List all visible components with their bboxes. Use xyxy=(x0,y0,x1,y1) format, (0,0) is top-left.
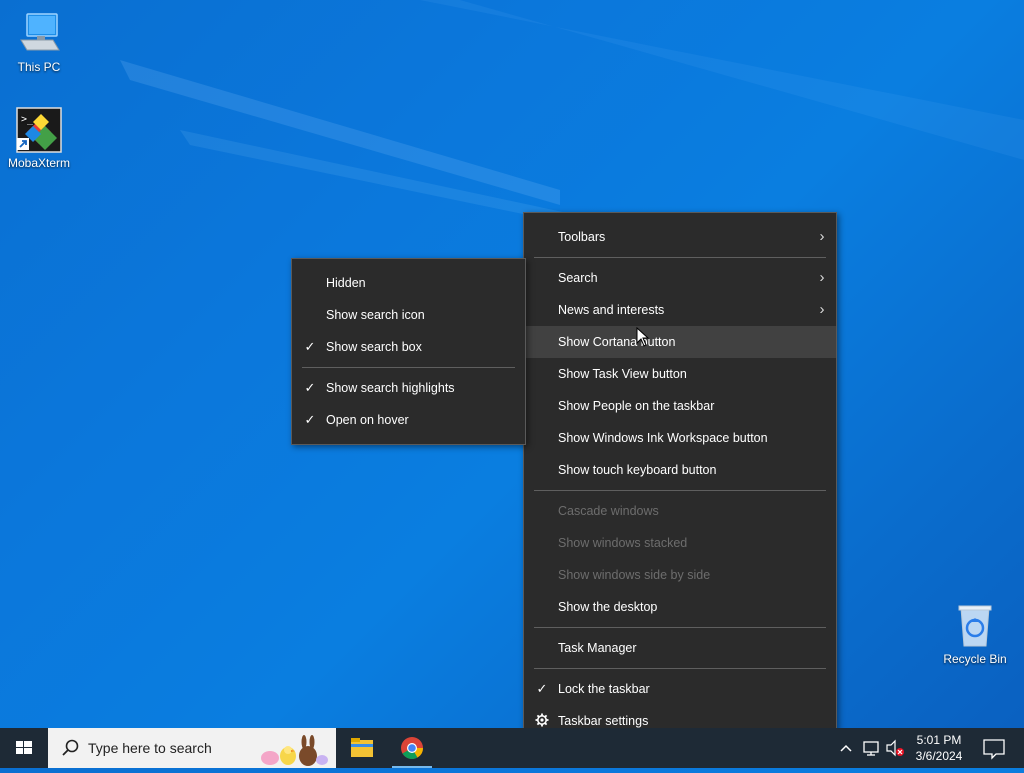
menu-item-show-ink-workspace[interactable]: Show Windows Ink Workspace button xyxy=(524,422,836,454)
search-icon xyxy=(62,739,79,756)
submenu-item-hidden[interactable]: Hidden xyxy=(292,267,525,299)
menu-item-label: Hidden xyxy=(326,276,366,290)
menu-item-show-cortana-button[interactable]: Show Cortana button xyxy=(524,326,836,358)
menu-item-label: News and interests xyxy=(558,303,665,317)
menu-item-lock-taskbar[interactable]: ✓ Lock the taskbar xyxy=(524,673,836,705)
menu-item-show-task-view-button[interactable]: Show Task View button xyxy=(524,358,836,390)
menu-item-label: Task Manager xyxy=(558,641,637,655)
menu-item-label: Search xyxy=(558,271,598,285)
menu-item-windows-side-by-side: Show windows side by side xyxy=(524,559,836,591)
windows-logo-icon xyxy=(16,741,32,754)
menu-separator xyxy=(534,668,826,669)
mobaxterm-icon: >_ xyxy=(15,106,63,154)
checkmark-icon: ✓ xyxy=(304,412,316,427)
menu-item-label: Show the desktop xyxy=(558,600,658,614)
desktop-icon-mobaxterm[interactable]: >_ MobaXterm xyxy=(3,106,75,170)
menu-item-news-and-interests[interactable]: News and interests › xyxy=(524,294,836,326)
checkmark-icon: ✓ xyxy=(536,681,548,696)
network-icon[interactable] xyxy=(861,728,881,768)
desktop-icon-label: This PC xyxy=(17,60,61,74)
computer-icon xyxy=(15,10,63,58)
menu-item-label: Cascade windows xyxy=(558,504,659,518)
menu-item-label: Show windows side by side xyxy=(558,568,711,582)
menu-item-toolbars[interactable]: Toolbars › xyxy=(524,221,836,253)
action-center-icon[interactable] xyxy=(974,728,1014,768)
menu-item-windows-stacked: Show windows stacked xyxy=(524,527,836,559)
clock-time: 5:01 PM xyxy=(916,733,962,747)
menu-item-show-touch-keyboard[interactable]: Show touch keyboard button xyxy=(524,454,836,486)
desktop-icon-recycle-bin[interactable]: Recycle Bin xyxy=(939,602,1011,666)
menu-item-cascade-windows: Cascade windows xyxy=(524,495,836,527)
menu-item-label: Show search highlights xyxy=(326,381,455,395)
submenu-item-open-on-hover[interactable]: ✓ Open on hover xyxy=(292,404,525,436)
menu-item-label: Lock the taskbar xyxy=(558,682,650,696)
menu-item-label: Show windows stacked xyxy=(558,536,688,550)
submenu-item-show-search-icon[interactable]: Show search icon xyxy=(292,299,525,331)
checkmark-icon: ✓ xyxy=(304,380,316,395)
clock-date: 3/6/2024 xyxy=(915,749,963,763)
menu-item-label: Show Windows Ink Workspace button xyxy=(558,431,768,445)
search-submenu: Hidden Show search icon ✓ Show search bo… xyxy=(291,258,526,445)
menu-separator xyxy=(534,627,826,628)
menu-separator xyxy=(534,490,826,491)
menu-item-task-manager[interactable]: Task Manager xyxy=(524,632,836,664)
mouse-cursor-icon xyxy=(636,327,650,347)
menu-item-label: Show search box xyxy=(326,340,422,354)
chrome-icon xyxy=(401,737,423,759)
menu-item-label: Show touch keyboard button xyxy=(558,463,717,477)
menu-item-label: Taskbar settings xyxy=(558,714,649,728)
menu-item-label: Show Task View button xyxy=(558,367,687,381)
submenu-item-show-search-box[interactable]: ✓ Show search box xyxy=(292,331,525,363)
menu-item-label: Toolbars xyxy=(558,230,606,244)
menu-item-search[interactable]: Search › xyxy=(524,262,836,294)
menu-separator xyxy=(534,257,826,258)
chevron-up-icon[interactable] xyxy=(838,728,854,768)
menu-item-label: Open on hover xyxy=(326,413,409,427)
file-explorer-icon xyxy=(351,738,373,757)
svg-text:>_: >_ xyxy=(21,114,34,125)
desktop-icon-label: Recycle Bin xyxy=(943,652,1007,666)
taskbar-context-menu: Toolbars › Search › News and interests ›… xyxy=(523,212,837,746)
menu-item-label: Show search icon xyxy=(326,308,425,322)
taskbar-search-box[interactable]: Type here to search xyxy=(48,728,336,768)
volume-muted-icon[interactable] xyxy=(884,728,906,768)
menu-item-show-people[interactable]: Show People on the taskbar xyxy=(524,390,836,422)
menu-item-label: Show Cortana button xyxy=(558,335,676,349)
checkmark-icon: ✓ xyxy=(304,339,316,354)
menu-item-label: Show People on the taskbar xyxy=(558,399,715,413)
search-placeholder: Type here to search xyxy=(88,740,212,756)
desktop-icon-label: MobaXterm xyxy=(7,156,71,170)
chevron-right-icon: › xyxy=(819,269,825,286)
taskbar-clock[interactable]: 5:01 PM 3/6/2024 xyxy=(908,732,970,764)
chevron-right-icon: › xyxy=(819,301,825,318)
recycle-bin-icon xyxy=(951,602,999,650)
chevron-right-icon: › xyxy=(819,228,825,245)
taskbar-file-explorer-button[interactable] xyxy=(338,728,386,768)
start-button[interactable] xyxy=(0,728,48,768)
search-highlight-easter-eggs-icon xyxy=(261,735,328,766)
submenu-item-show-search-highlights[interactable]: ✓ Show search highlights xyxy=(292,372,525,404)
desktop-icon-this-pc[interactable]: This PC xyxy=(3,10,75,74)
menu-separator xyxy=(302,367,515,368)
taskbar-chrome-button[interactable] xyxy=(388,728,436,768)
taskbar: Type here to search 5:01 PM 3/6/2024 xyxy=(0,728,1024,768)
menu-item-show-desktop[interactable]: Show the desktop xyxy=(524,591,836,623)
